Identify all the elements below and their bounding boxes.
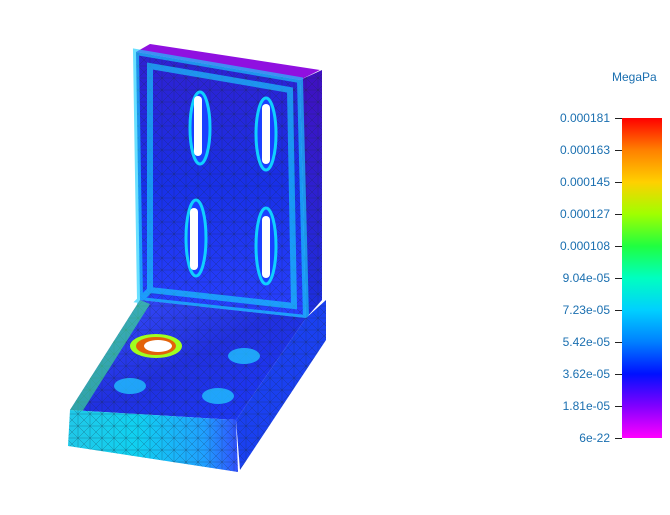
legend-tick-mark (615, 406, 622, 407)
hole-pad (228, 348, 260, 364)
model-viewport[interactable] (0, 0, 520, 515)
legend-tick-label: 6e-22 (579, 431, 610, 445)
legend-tick-mark (615, 374, 622, 375)
legend-tick-mark (615, 246, 622, 247)
legend-tick-mark (615, 342, 622, 343)
legend-tick-mark (615, 278, 622, 279)
hole-pad (114, 378, 146, 394)
slot-hole (190, 208, 198, 270)
slot-hole (262, 216, 270, 278)
legend-unit-label: MegaPa (612, 70, 657, 84)
legend-tick-mark (615, 310, 622, 311)
legend-tick-label: 9.04e-05 (562, 271, 610, 285)
legend-tick-mark (615, 118, 622, 119)
legend-tick-label: 0.000145 (559, 175, 610, 189)
legend-tick-label: 0.000127 (559, 207, 610, 221)
legend-tick-label: 0.000163 (559, 143, 610, 157)
wall-front-mesh (136, 52, 306, 318)
base-front-mesh (68, 410, 238, 472)
legend-color-scale (622, 118, 662, 438)
hole-opening (144, 340, 172, 352)
slot-hole (194, 96, 202, 156)
legend-tick-mark (615, 438, 622, 439)
legend-tick-label: 7.23e-05 (562, 303, 610, 317)
fea-viewer: MegaPa 0.000181 0.000163 0.000145 0.000127 0… (0, 0, 670, 515)
legend-tick-label: 0.000108 (559, 239, 610, 253)
legend-tick-mark (615, 182, 622, 183)
legend-tick-label: 0.000181 (559, 111, 610, 125)
legend-tick-mark (615, 150, 622, 151)
legend-tick-label: 1.81e-05 (562, 399, 610, 413)
slot-hole (262, 104, 270, 164)
legend-tick-label: 5.42e-05 (562, 335, 610, 349)
hole-pad (202, 388, 234, 404)
legend-tick-mark (615, 214, 622, 215)
legend-tick-label: 3.62e-05 (562, 367, 610, 381)
